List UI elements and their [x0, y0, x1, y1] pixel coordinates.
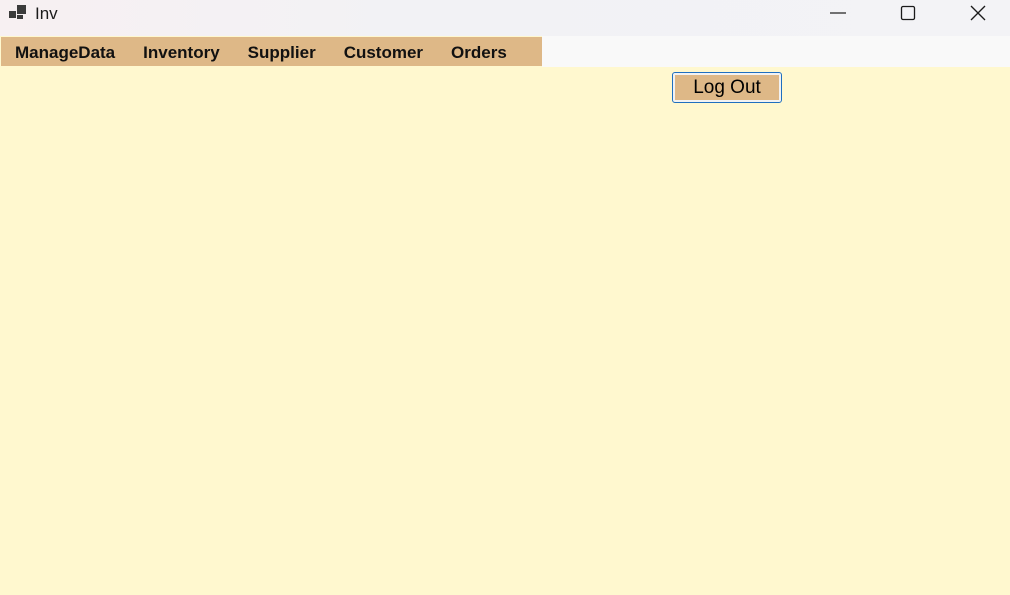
- maximize-icon: [900, 5, 916, 21]
- logout-button[interactable]: Log Out: [672, 72, 782, 103]
- menu-item-inventory[interactable]: Inventory: [129, 37, 234, 66]
- maximize-button[interactable]: [873, 0, 943, 26]
- menu-bar: ManageData Inventory Supplier Customer O…: [1, 37, 542, 66]
- app-window: Inv ManageData Inventory Supplier Custom…: [0, 0, 1010, 595]
- menu-item-orders[interactable]: Orders: [437, 37, 521, 66]
- app-window-icon: [9, 5, 27, 21]
- window-title: Inv: [35, 4, 58, 23]
- minimize-button[interactable]: [803, 0, 873, 26]
- menu-strip-background: [542, 36, 1010, 67]
- minimize-icon: [830, 12, 846, 14]
- menu-item-supplier[interactable]: Supplier: [234, 37, 330, 66]
- close-icon: [970, 5, 986, 21]
- menu-item-managedata[interactable]: ManageData: [1, 37, 129, 66]
- logout-button-label: Log Out: [675, 75, 779, 100]
- title-bar[interactable]: Inv: [0, 0, 1010, 36]
- close-button[interactable]: [943, 0, 1010, 26]
- menu-item-customer[interactable]: Customer: [330, 37, 437, 66]
